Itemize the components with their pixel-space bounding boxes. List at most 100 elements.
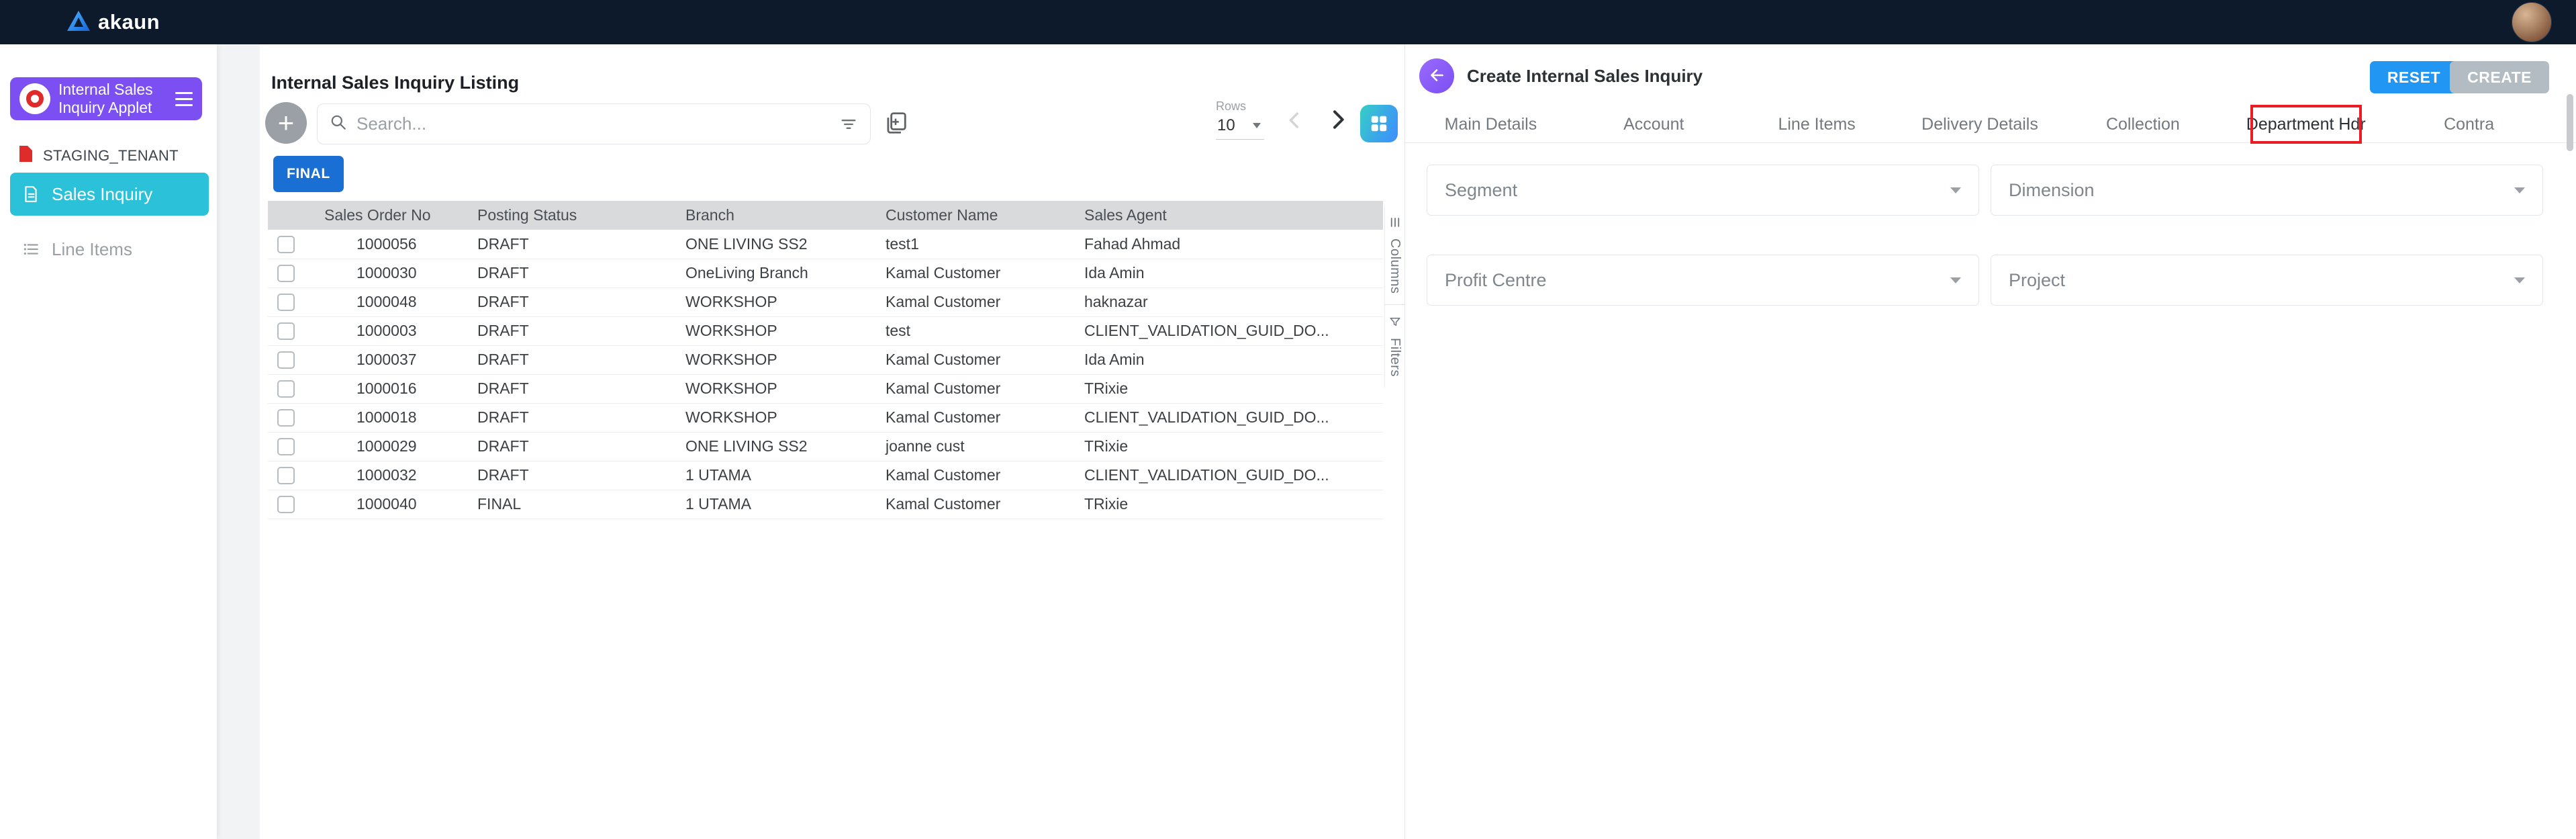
cell-sales-agent: CLIENT_VALIDATION_GUID_DO... — [1075, 316, 1383, 345]
field-profit-centre[interactable]: Profit Centre — [1427, 255, 1979, 306]
field-segment[interactable]: Segment — [1427, 165, 1979, 216]
cell-branch: WORKSHOP — [676, 345, 876, 374]
tab-delivery-details[interactable]: Delivery Details — [1899, 105, 2062, 142]
select-all-header-cell — [268, 201, 315, 230]
chevron-down-icon — [1950, 277, 1961, 283]
arrow-left-icon — [1428, 67, 1445, 86]
table-row[interactable]: 1000029DRAFTONE LIVING SS2joanne custTRi… — [268, 432, 1383, 461]
table-header-row: Sales Order NoPosting StatusBranchCustom… — [268, 201, 1383, 230]
cell-sales-order-no: 1000048 — [315, 288, 468, 316]
row-checkbox[interactable] — [277, 351, 295, 369]
field-dimension[interactable]: Dimension — [1991, 165, 2543, 216]
table-row[interactable]: 1000056DRAFTONE LIVING SS2test1Fahad Ahm… — [268, 230, 1383, 259]
sidebar-item-label: Sales Inquiry — [52, 184, 152, 205]
cell-customer-name: test — [876, 316, 1075, 345]
filter-list-icon[interactable] — [839, 115, 858, 134]
scrollbar-thumb[interactable] — [2567, 94, 2573, 151]
table-row[interactable]: 1000037DRAFTWORKSHOPKamal CustomerIda Am… — [268, 345, 1383, 374]
user-avatar[interactable] — [2512, 2, 2552, 42]
table-row[interactable]: 1000003DRAFTWORKSHOPtestCLIENT_VALIDATIO… — [268, 316, 1383, 345]
tab-contra[interactable]: Contra — [2387, 105, 2550, 142]
applet-switcher[interactable]: Internal Sales Inquiry Applet — [10, 77, 202, 120]
previous-page-button[interactable] — [1283, 109, 1306, 132]
row-checkbox[interactable] — [277, 322, 295, 340]
row-checkbox-cell — [268, 403, 315, 432]
cell-branch: WORKSHOP — [676, 316, 876, 345]
cell-customer-name: Kamal Customer — [876, 490, 1075, 519]
cell-customer-name: Kamal Customer — [876, 374, 1075, 403]
applet-label: Internal Sales Inquiry Applet — [58, 81, 167, 117]
row-checkbox-cell — [268, 461, 315, 490]
row-checkbox[interactable] — [277, 438, 295, 455]
table-side-tabs: Columns Filters — [1384, 206, 1404, 388]
tab-department-hdr[interactable]: Department Hdr — [2224, 105, 2387, 142]
cell-sales-agent: Ida Amin — [1075, 345, 1383, 374]
cell-sales-order-no: 1000016 — [315, 374, 468, 403]
rows-per-page-value: 10 — [1217, 116, 1235, 135]
row-checkbox[interactable] — [277, 380, 295, 398]
cell-customer-name: test1 — [876, 230, 1075, 259]
cell-sales-agent: haknazar — [1075, 288, 1383, 316]
funnel-icon — [1389, 316, 1401, 331]
cell-sales-order-no: 1000029 — [315, 432, 468, 461]
table-row[interactable]: 1000030DRAFTOneLiving BranchKamal Custom… — [268, 259, 1383, 288]
multi-page-view-icon[interactable] — [883, 110, 908, 136]
final-status-filter-chip[interactable]: FINAL — [273, 156, 344, 192]
row-checkbox[interactable] — [277, 467, 295, 484]
next-page-button[interactable] — [1325, 106, 1351, 133]
search-box — [317, 103, 871, 144]
column-header-customer-name[interactable]: Customer Name — [876, 201, 1075, 230]
cell-customer-name: Kamal Customer — [876, 461, 1075, 490]
tenant-row[interactable]: STAGING_TENANT — [17, 145, 179, 167]
tab-main-details[interactable]: Main Details — [1409, 105, 1572, 142]
row-checkbox[interactable] — [277, 294, 295, 311]
table-row[interactable]: 1000040FINAL1 UTAMAKamal CustomerTRixie — [268, 490, 1383, 519]
cell-sales-agent: CLIENT_VALIDATION_GUID_DO... — [1075, 461, 1383, 490]
column-header-posting-status[interactable]: Posting Status — [468, 201, 676, 230]
field-project[interactable]: Project — [1991, 255, 2543, 306]
hamburger-menu-icon[interactable] — [175, 92, 193, 106]
sidebar-nav: Sales Inquiry Line Items — [10, 173, 209, 271]
row-checkbox[interactable] — [277, 236, 295, 253]
chevron-down-icon — [2514, 187, 2525, 193]
search-input[interactable] — [356, 114, 830, 134]
search-icon — [330, 114, 347, 134]
cell-sales-agent: Fahad Ahmad — [1075, 230, 1383, 259]
row-checkbox[interactable] — [277, 409, 295, 427]
filters-side-tab[interactable]: Filters — [1385, 304, 1404, 388]
table-row[interactable]: 1000032DRAFT1 UTAMAKamal CustomerCLIENT_… — [268, 461, 1383, 490]
table-row[interactable]: 1000016DRAFTWORKSHOPKamal CustomerTRixie — [268, 374, 1383, 403]
sidebar-item-sales-inquiry[interactable]: Sales Inquiry — [10, 173, 209, 216]
sidebar: Internal Sales Inquiry Applet STAGING_TE… — [0, 44, 217, 839]
cell-branch: 1 UTAMA — [676, 461, 876, 490]
inquiry-table: Sales Order NoPosting StatusBranchCustom… — [268, 201, 1383, 519]
app-logo[interactable]: akaun — [67, 10, 160, 34]
row-checkbox-cell — [268, 230, 315, 259]
apps-grid-button[interactable] — [1360, 105, 1398, 142]
cell-sales-order-no: 1000030 — [315, 259, 468, 288]
add-record-button[interactable]: + — [265, 102, 307, 144]
column-header-branch[interactable]: Branch — [676, 201, 876, 230]
column-header-sales-agent[interactable]: Sales Agent — [1075, 201, 1383, 230]
rows-per-page-select[interactable]: 10 — [1216, 115, 1264, 140]
cell-customer-name: Kamal Customer — [876, 345, 1075, 374]
table-body: 1000056DRAFTONE LIVING SS2test1Fahad Ahm… — [268, 230, 1383, 519]
tab-collection[interactable]: Collection — [2061, 105, 2224, 142]
back-button[interactable] — [1419, 58, 1454, 93]
columns-side-tab[interactable]: Columns — [1385, 206, 1404, 304]
tab-line-items[interactable]: Line Items — [1735, 105, 1899, 142]
listing-panel: Internal Sales Inquiry Listing + Rows 10 — [260, 44, 1404, 839]
cell-posting-status: DRAFT — [468, 432, 676, 461]
sidebar-item-line-items[interactable]: Line Items — [10, 228, 209, 271]
row-checkbox[interactable] — [277, 496, 295, 513]
cell-branch: WORKSHOP — [676, 403, 876, 432]
filters-side-tab-label: Filters — [1387, 338, 1402, 377]
tab-account[interactable]: Account — [1572, 105, 1735, 142]
row-checkbox[interactable] — [277, 265, 295, 282]
column-header-sales-order-no[interactable]: Sales Order No — [315, 201, 468, 230]
table-row[interactable]: 1000048DRAFTWORKSHOPKamal Customerhaknaz… — [268, 288, 1383, 316]
reset-button[interactable]: RESET — [2370, 61, 2458, 93]
table-row[interactable]: 1000018DRAFTWORKSHOPKamal CustomerCLIENT… — [268, 403, 1383, 432]
cell-sales-order-no: 1000032 — [315, 461, 468, 490]
create-button[interactable]: CREATE — [2450, 61, 2549, 93]
